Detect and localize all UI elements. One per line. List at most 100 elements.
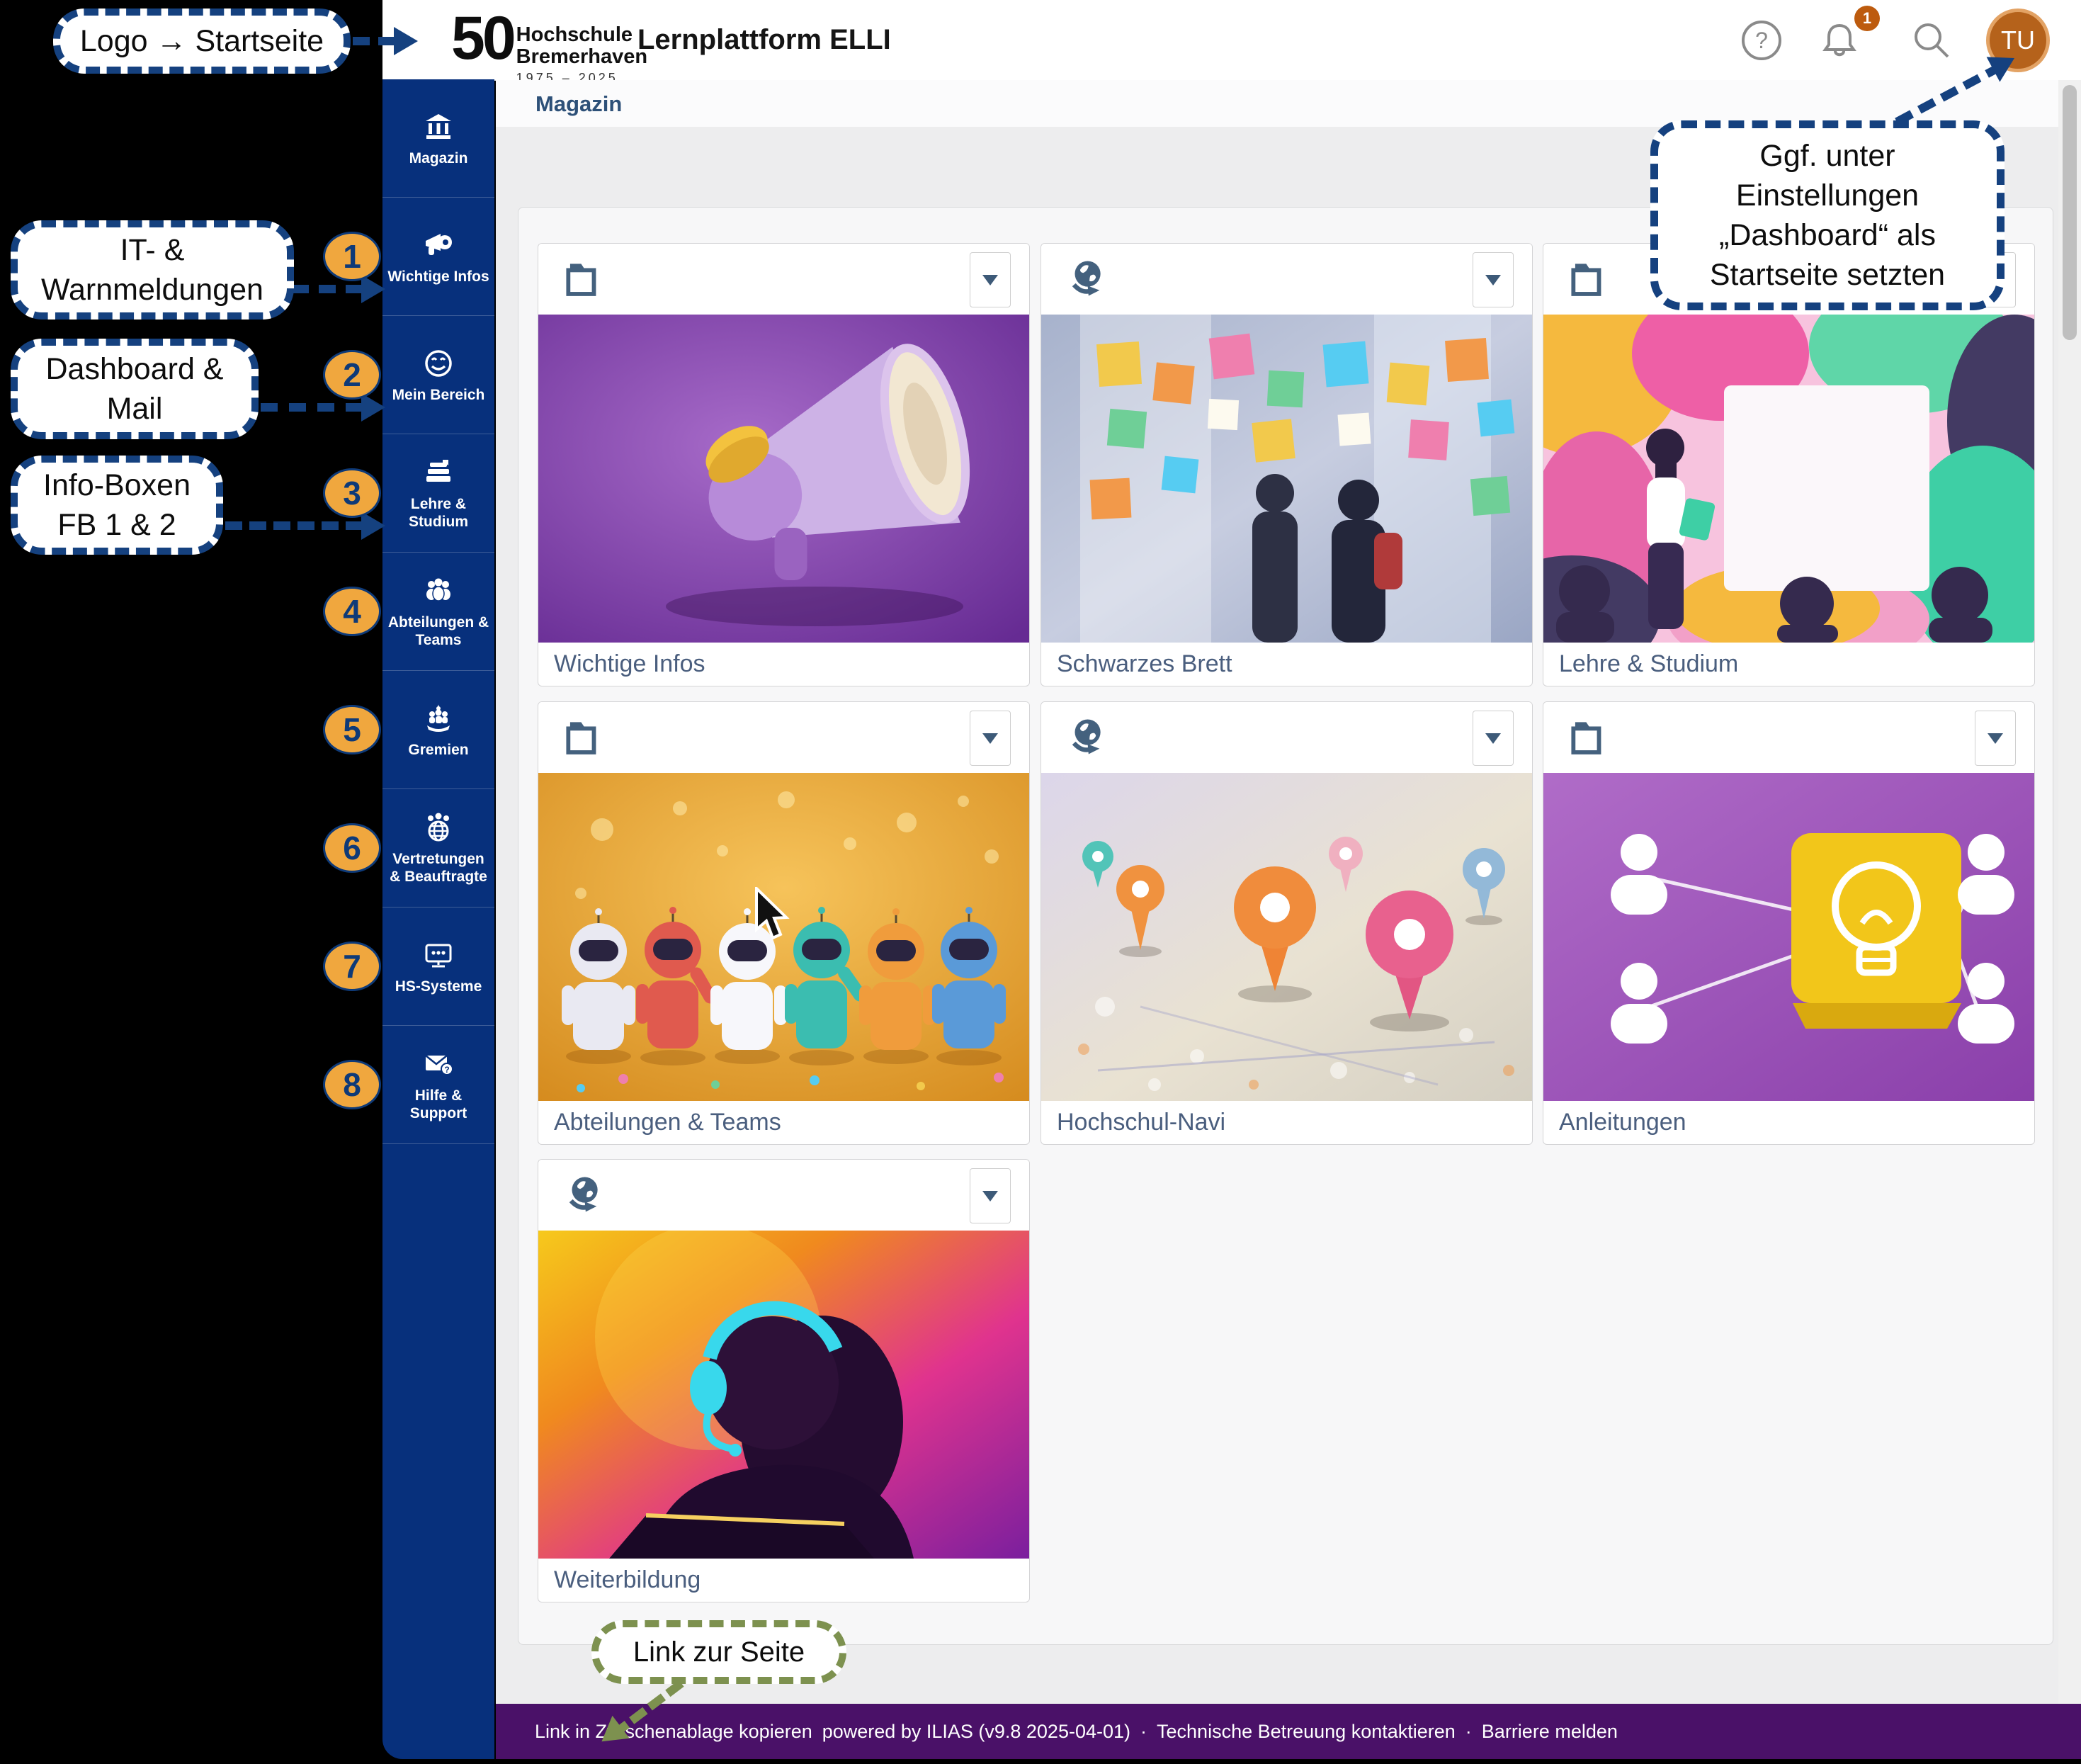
top-header: 50 Hochschule Bremerhaven 1975 – 2025 Le… xyxy=(382,0,2081,81)
footer-separator: · xyxy=(1140,1721,1147,1743)
search-icon[interactable] xyxy=(1910,18,1954,62)
card-title[interactable]: Schwarzes Brett xyxy=(1057,650,1232,678)
weblink-icon xyxy=(1064,256,1108,300)
annotation-number-4: 4 xyxy=(323,587,381,636)
annotation-logo-callout: Logo → Startseite xyxy=(53,9,351,74)
sidebar-item-hs-systeme[interactable]: HS-Systeme xyxy=(382,908,494,1026)
annotation-infobox-callout: Info-Boxen FB 1 & 2 xyxy=(11,456,223,555)
university-logo[interactable]: 50 Hochschule Bremerhaven 1975 – 2025 xyxy=(451,6,647,86)
notifications-bell-icon[interactable] xyxy=(1818,18,1861,62)
card-title[interactable]: Weiterbildung xyxy=(554,1566,701,1594)
folder-icon xyxy=(561,256,605,300)
annotation-arrowhead-1 xyxy=(361,275,385,303)
footer-separator: · xyxy=(1465,1721,1472,1743)
card-actions-dropdown[interactable] xyxy=(970,1168,1011,1223)
footer-bar: Link in Zwischenablage kopieren powered … xyxy=(496,1704,2081,1759)
annotation-arrowhead-2 xyxy=(361,393,385,422)
breadcrumb[interactable]: Magazin xyxy=(535,91,622,117)
tile-wichtige-infos: Wichtige Infos xyxy=(538,243,1030,686)
card-actions-dropdown[interactable] xyxy=(1473,252,1514,307)
tile-schwarzes-brett: Schwarzes Brett xyxy=(1040,243,1533,686)
annotation-number-8: 8 xyxy=(323,1060,381,1109)
mail-help-icon: ? xyxy=(421,1047,455,1081)
mouse-cursor xyxy=(751,887,793,947)
notification-count-badge: 1 xyxy=(1854,6,1880,31)
sidebar-item-hilfe-support[interactable]: ? Hilfe & Support xyxy=(382,1026,494,1144)
weblink-icon xyxy=(1064,715,1108,759)
svg-text:?: ? xyxy=(1755,28,1768,53)
chevron-down-icon xyxy=(1485,275,1501,285)
card-title[interactable]: Wichtige Infos xyxy=(554,650,705,678)
help-icon[interactable]: ? xyxy=(1740,18,1784,62)
annotation-arrowhead-3 xyxy=(361,511,385,540)
footer-support-link[interactable]: Technische Betreuung kontaktieren xyxy=(1157,1721,1456,1743)
card-actions-dropdown[interactable] xyxy=(1975,711,2016,766)
footer-barrier-link[interactable]: Barriere melden xyxy=(1482,1721,1618,1743)
tile-hochschul-navi: Hochschul-Navi xyxy=(1040,701,1533,1145)
logo-anniversary-number: 50 xyxy=(451,6,514,71)
svg-text:?: ? xyxy=(444,1065,449,1075)
card-title[interactable]: Hochschul-Navi xyxy=(1057,1109,1225,1136)
sidebar-item-gremien[interactable]: Gremien xyxy=(382,671,494,789)
card-image-presentation[interactable] xyxy=(1543,315,2035,643)
chevron-down-icon xyxy=(982,275,998,285)
card-image-map-pins[interactable] xyxy=(1041,773,1533,1101)
card-actions-dropdown[interactable] xyxy=(970,711,1011,766)
chevron-down-icon xyxy=(982,733,998,744)
annotation-arrow-2 xyxy=(261,403,363,412)
tile-anleitungen: Anleitungen xyxy=(1543,701,2035,1145)
folder-icon xyxy=(1566,256,1610,300)
chevron-down-icon xyxy=(1988,733,2003,744)
smiley-icon xyxy=(421,346,455,380)
sidebar-item-magazin[interactable]: Magazin xyxy=(382,79,494,198)
annotation-number-6: 6 xyxy=(323,823,381,873)
chevron-down-icon xyxy=(982,1191,998,1202)
committee-icon xyxy=(421,701,455,735)
sidebar-item-wichtige-infos[interactable]: Wichtige Infos xyxy=(382,198,494,316)
people-group-icon xyxy=(421,574,455,608)
annotation-number-1: 1 xyxy=(323,232,381,281)
page-title: Lernplattform ELLI xyxy=(637,24,891,56)
megaphone-icon xyxy=(421,228,455,262)
annotation-arrow-3 xyxy=(225,521,363,530)
annotation-dashboard-callout: Dashboard & Mail xyxy=(11,339,259,439)
folder-icon xyxy=(561,715,605,759)
annotation-arrow-1 xyxy=(292,285,363,293)
books-icon xyxy=(421,456,455,490)
card-title[interactable]: Lehre & Studium xyxy=(1559,650,1738,678)
card-title[interactable]: Abteilungen & Teams xyxy=(554,1109,781,1136)
footer-copy-link[interactable]: Link in Zwischenablage kopieren xyxy=(535,1721,812,1743)
folder-icon xyxy=(1566,715,1610,759)
card-actions-dropdown[interactable] xyxy=(1473,711,1514,766)
scrollbar-thumb[interactable] xyxy=(2063,85,2077,340)
annotation-number-2: 2 xyxy=(323,350,381,400)
logo-line-1: Hochschule xyxy=(516,24,647,46)
card-image-lightbulb[interactable] xyxy=(1543,773,2035,1101)
main-sidebar: Magazin Wichtige Infos Mein Bereich xyxy=(382,79,494,1759)
card-image-headphones-person[interactable] xyxy=(538,1231,1030,1559)
card-title[interactable]: Anleitungen xyxy=(1559,1109,1686,1136)
sidebar-item-vertretungen-beauftragte[interactable]: Vertretungen & Beauftragte xyxy=(382,789,494,908)
monitor-icon xyxy=(421,938,455,972)
annotation-arrowhead-logo xyxy=(394,27,418,55)
card-image-sticky-notes[interactable] xyxy=(1041,315,1533,643)
annotation-it-callout: IT- & Warnmeldungen xyxy=(11,220,294,320)
annotation-number-5: 5 xyxy=(323,705,381,754)
weblink-icon xyxy=(561,1172,605,1216)
card-actions-dropdown[interactable] xyxy=(970,252,1011,307)
annotation-settings-callout: Ggf. unter Einstellungen „Dashboard“ als… xyxy=(1650,120,2005,310)
tile-weiterbildung: Weiterbildung xyxy=(538,1159,1030,1602)
card-image-megaphone[interactable] xyxy=(538,315,1030,643)
annotation-number-3: 3 xyxy=(323,468,381,518)
screenshot-root: 50 Hochschule Bremerhaven 1975 – 2025 Le… xyxy=(0,0,2081,1764)
footer-powered-by[interactable]: powered by ILIAS (v9.8 2025-04-01) xyxy=(822,1721,1130,1743)
sidebar-item-mein-bereich[interactable]: Mein Bereich xyxy=(382,316,494,434)
annotation-arrow-logo xyxy=(353,37,395,45)
sidebar-item-abteilungen-teams[interactable]: Abteilungen & Teams xyxy=(382,553,494,671)
annotation-link-callout: Link zur Seite xyxy=(591,1620,846,1684)
annotation-number-7: 7 xyxy=(323,942,381,991)
building-columns-icon xyxy=(421,110,455,144)
logo-line-2: Bremerhaven xyxy=(516,46,647,68)
sidebar-item-lehre-studium[interactable]: Lehre & Studium xyxy=(382,434,494,553)
chevron-down-icon xyxy=(1485,733,1501,744)
